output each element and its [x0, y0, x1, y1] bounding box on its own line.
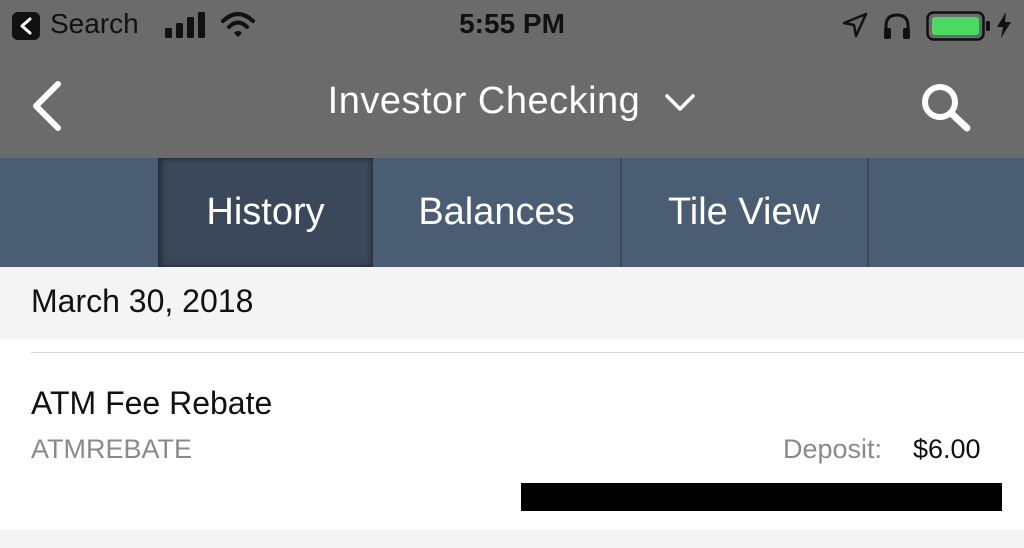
list-footer-gap — [0, 530, 1024, 548]
wifi-icon — [221, 11, 255, 44]
chevron-down-icon — [664, 80, 696, 123]
charging-bolt-icon — [996, 12, 1012, 43]
headphones-icon — [882, 12, 912, 45]
redaction-bar — [521, 483, 1002, 511]
tab-history[interactable]: History — [158, 158, 373, 267]
tab-tile-view[interactable]: Tile View — [620, 158, 868, 267]
status-time: 5:55 PM — [459, 8, 565, 39]
back-to-app-icon[interactable] — [12, 12, 40, 40]
deposit-label: Deposit: — [783, 434, 883, 464]
account-title: Investor Checking — [327, 80, 641, 122]
deposit-amount: $6.00 — [913, 434, 981, 464]
date-label: March 30, 2018 — [31, 283, 254, 319]
transaction-code: ATMREBATE — [31, 434, 193, 464]
search-button[interactable] — [920, 82, 976, 132]
navigation-bar: Investor Checking — [0, 52, 1024, 158]
back-button[interactable] — [28, 80, 68, 132]
back-to-app-label[interactable]: Search — [50, 8, 139, 40]
location-arrow-icon — [842, 12, 868, 43]
search-icon — [922, 84, 971, 132]
status-bar: Search 5:55 PM — [0, 0, 1024, 52]
cellular-signal-icon — [165, 12, 207, 43]
account-selector[interactable]: Investor Checking — [328, 80, 697, 123]
tab-divider — [867, 158, 869, 267]
chevron-left-icon — [33, 81, 61, 131]
battery-icon — [926, 11, 992, 46]
tab-bar: History Balances Tile View — [0, 158, 1024, 267]
tab-balances[interactable]: Balances — [373, 158, 620, 267]
date-section-header: March 30, 2018 — [0, 267, 1024, 339]
divider — [31, 352, 1024, 353]
transaction-title: ATM Fee Rebate — [31, 385, 273, 421]
